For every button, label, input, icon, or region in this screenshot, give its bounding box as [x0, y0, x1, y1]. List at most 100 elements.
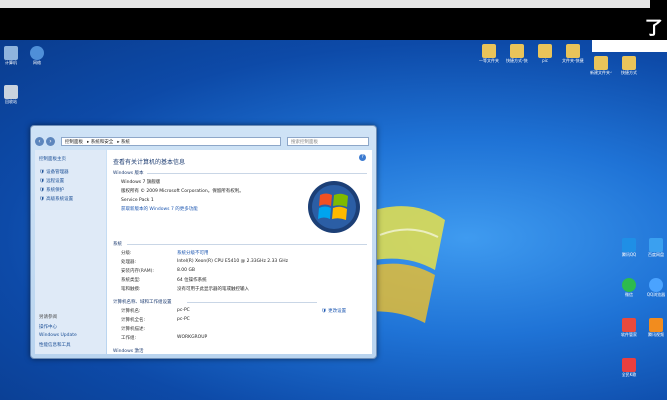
desktop-icon-label: 软件管家 [621, 332, 637, 337]
breadcrumb-item[interactable]: 系统和安全 [91, 140, 114, 145]
app-grid-icon [622, 318, 636, 332]
rating-label: 分级: [121, 251, 132, 256]
desktop-icon-label: QQ浏览器 [646, 292, 666, 297]
activation-header: Windows 激活 [113, 349, 144, 354]
wechat-icon [622, 278, 636, 292]
desktop-icon-folder-6[interactable]: 快捷方式 [618, 56, 640, 75]
sidebar-link-windows-update[interactable]: Windows Update [39, 333, 77, 338]
workgroup-value: WORKGROUP [177, 335, 208, 340]
see-also-heading: 另请参阅 [39, 315, 57, 320]
service-pack: Service Pack 1 [121, 198, 154, 203]
copyright-text: 版权所有 © 2009 Microsoft Corporation。保留所有权利… [121, 189, 244, 194]
desktop-icon-label: 文件夹-快捷方式 [562, 58, 584, 63]
desktop-icon-label: 网络 [33, 60, 41, 65]
sidebar-home-link[interactable]: 控制面板主页 [39, 156, 66, 162]
sidebar-link-performance[interactable]: 性能信息和工具 [39, 342, 71, 348]
pen-touch-label: 笔和触摸: [121, 287, 141, 292]
system-type-value: 64 位操作系统 [177, 278, 207, 283]
sidebar-item-label: 设备管理器 [46, 170, 69, 175]
desktop: 计算机 网络 回收站 一等文件夹 快捷方式-快捷方式 pic 文件夹-快捷方式 … [0, 40, 667, 400]
desktop-icon-label: 一等文件夹 [479, 58, 499, 63]
edition-header: Windows 版本 [113, 171, 144, 176]
folder-icon [566, 44, 580, 58]
address-bar-row: ‹ › 控制面板 ▸ 系统和安全 ▸ 系统 搜索控制面板 [35, 137, 372, 147]
desktop-icon-label: 百度网盘 [648, 252, 664, 257]
desktop-icon-karaoke[interactable]: 全民K歌 [618, 358, 640, 377]
divider [187, 302, 317, 303]
change-settings-link[interactable]: 🛡 更改设置 [321, 308, 346, 314]
processor-value: Intel(R) Xeon(R) CPU E5410 @ 2.33GHz 2.3… [177, 259, 288, 264]
sidebar-item-protection[interactable]: 🛡 系统保护 [39, 187, 64, 193]
computer-icon [4, 46, 18, 60]
desktop-icon-network[interactable]: 网络 [26, 46, 48, 65]
help-icon[interactable]: ? [359, 154, 366, 161]
desktop-icon-label: 快捷方式-快捷方式 [506, 58, 528, 63]
video-icon [649, 318, 663, 332]
recycle-bin-icon [4, 85, 18, 99]
folder-icon [482, 44, 496, 58]
sidebar-item-remote[interactable]: 🛡 远程设置 [39, 178, 64, 184]
sidebar-item-device-manager[interactable]: 🛡 设备管理器 [39, 169, 69, 175]
pen-touch-value: 没有可用于此显示器的笔或触控输入 [177, 287, 249, 292]
system-properties-window: ‹ › 控制面板 ▸ 系统和安全 ▸ 系统 搜索控制面板 控制面板主页 🛡 设备管理… [30, 125, 377, 359]
sidebar: 控制面板主页 🛡 设备管理器 🛡 远程设置 🛡 系统保护 🛡 高级系统设置 另请… [35, 150, 106, 354]
description-label: 计算机描述: [121, 327, 146, 332]
desktop-icon-label: 腾讯QQ [621, 252, 637, 257]
desktop-icon-recycle-bin[interactable]: 回收站 [0, 85, 22, 104]
desktop-icon-software-manager[interactable]: 软件管家 [618, 318, 640, 337]
computer-name-label: 计算机名: [121, 309, 141, 314]
desktop-icon-label: 腾讯视频 [648, 332, 664, 337]
sidebar-item-label: 系统保护 [46, 188, 65, 193]
corner-glyph: 了 [645, 18, 663, 39]
desktop-icon-folder-3[interactable]: pic [534, 44, 556, 63]
top-black-band: 了 [0, 0, 667, 40]
desktop-icon-qq[interactable]: 腾讯QQ [618, 238, 640, 257]
cloud-icon [649, 238, 663, 252]
content-pane: ? 查看有关计算机的基本信息 Windows 版本 Windows 7 旗舰版 … [107, 150, 372, 354]
desktop-icon-label: 新建文件夹-快捷方式 [590, 70, 612, 75]
desktop-icon-wechat[interactable]: 微信 [618, 278, 640, 297]
desktop-icon-qq-browser[interactable]: QQ浏览器 [645, 278, 667, 297]
system-header: 系统 [113, 242, 122, 247]
desktop-icon-folder-4[interactable]: 文件夹-快捷方式 [562, 44, 584, 63]
page-title: 查看有关计算机的基本信息 [113, 159, 186, 166]
desktop-icon-label: pic [542, 58, 548, 63]
network-icon [30, 46, 44, 60]
ram-value: 8.00 GB [177, 268, 196, 273]
breadcrumb[interactable]: 控制面板 ▸ 系统和安全 ▸ 系统 [61, 137, 281, 146]
computer-name-value: pc-PC [177, 308, 190, 313]
full-name-label: 计算机全名: [121, 318, 146, 323]
sidebar-item-advanced[interactable]: 🛡 高级系统设置 [39, 196, 73, 202]
folder-icon [510, 44, 524, 58]
desktop-icon-label: 回收站 [5, 99, 17, 104]
desktop-icon-tencent-video[interactable]: 腾讯视频 [645, 318, 667, 337]
breadcrumb-item[interactable]: 控制面板 [65, 140, 83, 145]
workgroup-label: 工作组: [121, 336, 137, 341]
desktop-icon-computer[interactable]: 计算机 [0, 46, 22, 65]
sidebar-link-action-center[interactable]: 操作中心 [39, 324, 57, 330]
microphone-icon [622, 358, 636, 372]
desktop-icon-folder-2[interactable]: 快捷方式-快捷方式 [506, 44, 528, 63]
more-features-link[interactable]: 获取新版本的 Windows 7 的更多功能 [121, 206, 198, 212]
desktop-icon-folder-1[interactable]: 一等文件夹 [478, 44, 500, 63]
desktop-icon-label: 快捷方式 [621, 70, 637, 75]
forward-icon[interactable]: › [46, 137, 55, 146]
full-name-value: pc-PC [177, 317, 190, 322]
computer-name-header: 计算机名称、域和工作组设置 [113, 300, 172, 305]
search-input[interactable]: 搜索控制面板 [287, 137, 369, 146]
windows-logo-icon [308, 181, 360, 233]
folder-icon [622, 56, 636, 70]
change-settings-label: 更改设置 [328, 309, 347, 314]
breadcrumb-item[interactable]: 系统 [121, 140, 130, 145]
rating-value-link[interactable]: 系统分级不可用 [177, 250, 209, 256]
desktop-icon-baidu-pan[interactable]: 百度网盘 [645, 238, 667, 257]
back-icon[interactable]: ‹ [35, 137, 44, 146]
desktop-icon-label: 全民K歌 [621, 372, 637, 377]
ram-label: 安装内存(RAM): [121, 269, 154, 274]
browser-icon [649, 278, 663, 292]
system-type-label: 系统类型: [121, 278, 141, 283]
desktop-icon-label: 微信 [625, 292, 633, 297]
processor-label: 处理器: [121, 260, 137, 265]
edition-name: Windows 7 旗舰版 [121, 180, 161, 185]
desktop-icon-folder-5[interactable]: 新建文件夹-快捷方式 [590, 56, 612, 75]
